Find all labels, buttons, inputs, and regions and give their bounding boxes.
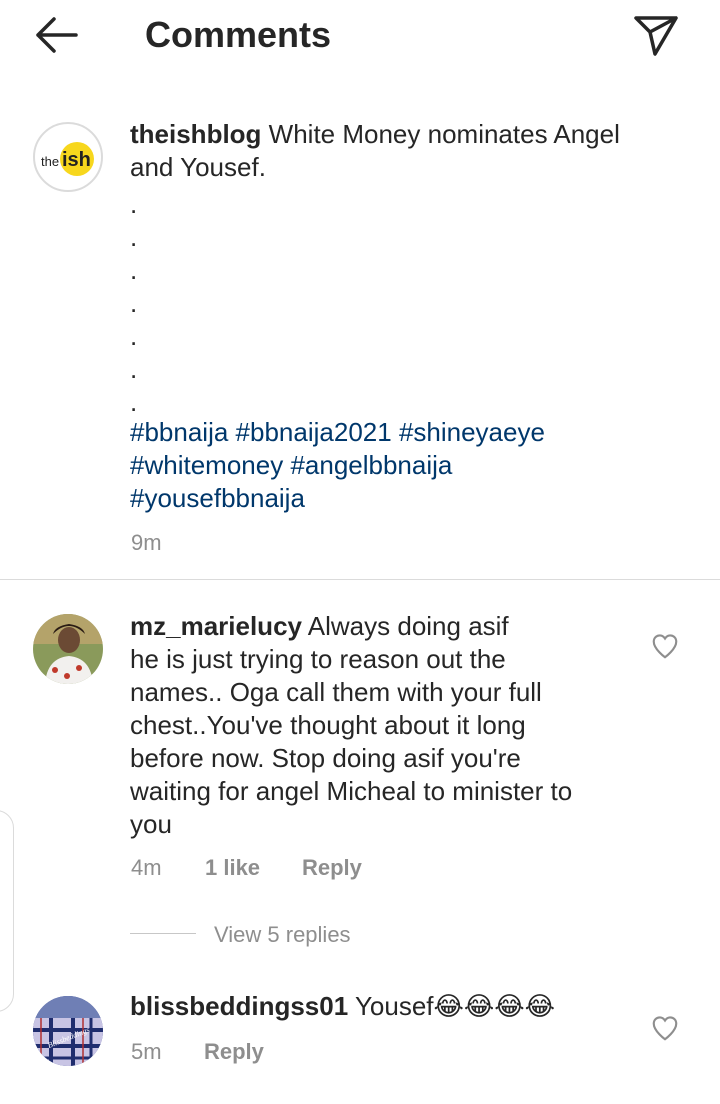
user-photo-icon xyxy=(33,614,103,684)
theish-logo-icon: the ish xyxy=(41,142,94,176)
caption-text-line1: White Money nominates Angel xyxy=(268,119,620,149)
view-replies-text[interactable]: View 5 replies xyxy=(214,922,351,948)
caption-hashtags: #bbnaija #bbnaija2021 #shineyaeye #white… xyxy=(130,416,690,515)
hashtag-link[interactable]: #bbnaija xyxy=(130,417,228,447)
comment-text: you xyxy=(130,809,172,839)
logo-big-text: ish xyxy=(62,149,91,171)
blissbeddingss01-avatar[interactable]: Blissbeddings xyxy=(33,996,103,1066)
caption-dot: . xyxy=(130,255,138,285)
caption-dot: . xyxy=(130,288,138,318)
comment-text: names.. Oga call them with your full xyxy=(130,677,542,707)
comment-text: waiting for angel Micheal to minister to xyxy=(130,776,573,806)
logo-small-text: the xyxy=(41,154,59,169)
caption-text-line2: and Yousef. xyxy=(130,152,266,182)
hashtag-link[interactable]: #yousefbbnaija xyxy=(130,483,305,513)
likes-count[interactable]: 1 like xyxy=(205,855,260,881)
comment-username[interactable]: mz_marielucy xyxy=(130,611,302,641)
hashtag-line: #bbnaija #bbnaija2021 #shineyaeye xyxy=(130,416,690,449)
heart-icon[interactable] xyxy=(650,631,680,661)
reply-button[interactable]: Reply xyxy=(302,855,362,881)
comment-text: chest..You've thought about it long xyxy=(130,710,526,740)
comment-time: 5m xyxy=(131,1039,162,1064)
heart-icon[interactable] xyxy=(650,1013,680,1043)
caption-time: 9m xyxy=(131,530,162,555)
theishblog-avatar[interactable]: the ish xyxy=(33,122,103,192)
caption-username[interactable]: theishblog xyxy=(130,119,261,149)
caption-dot: . xyxy=(130,321,138,351)
hashtag-link[interactable]: #bbnaija2021 xyxy=(236,417,392,447)
arrow-left-icon[interactable] xyxy=(30,12,82,58)
side-panel-edge xyxy=(0,810,14,1012)
comment-time: 4m xyxy=(131,855,162,880)
paper-plane-icon[interactable] xyxy=(630,12,682,58)
hashtag-link[interactable]: #shineyaeye xyxy=(399,417,545,447)
reply-button[interactable]: Reply xyxy=(204,1039,264,1065)
hashtag-link[interactable]: #angelbbnaija xyxy=(290,450,452,480)
mz-marielucy-avatar[interactable] xyxy=(33,614,103,684)
hashtag-link[interactable]: #whitemoney xyxy=(130,450,283,480)
caption-dot: . xyxy=(130,354,138,384)
comment-text: he is just trying to reason out the xyxy=(130,644,506,674)
top-bar: Comments xyxy=(0,0,720,72)
comment-line: blissbeddingss01 Yousef😂😂😂😂 xyxy=(130,990,630,1023)
page-title: Comments xyxy=(145,14,332,55)
caption-dot: . xyxy=(130,222,138,252)
caption-dot: . xyxy=(130,387,138,417)
hashtag-line: #yousefbbnaija xyxy=(130,482,690,515)
caption-line1: theishblog White Money nominates Angel xyxy=(130,118,620,151)
bedding-photo-icon: Blissbeddings xyxy=(33,996,103,1066)
hashtag-line: #whitemoney #angelbbnaija xyxy=(130,449,690,482)
caption-dot: . xyxy=(130,189,138,219)
comment-line: mz_marielucy Always doing asif xyxy=(130,610,630,643)
comment-text: Yousef😂😂😂😂 xyxy=(354,991,556,1021)
comment-text: Always doing asif xyxy=(307,611,509,641)
comment-text: before now. Stop doing asif you're xyxy=(130,743,521,773)
view-replies-line xyxy=(130,933,196,934)
divider xyxy=(0,579,720,580)
comment-username[interactable]: blissbeddingss01 xyxy=(130,991,348,1021)
